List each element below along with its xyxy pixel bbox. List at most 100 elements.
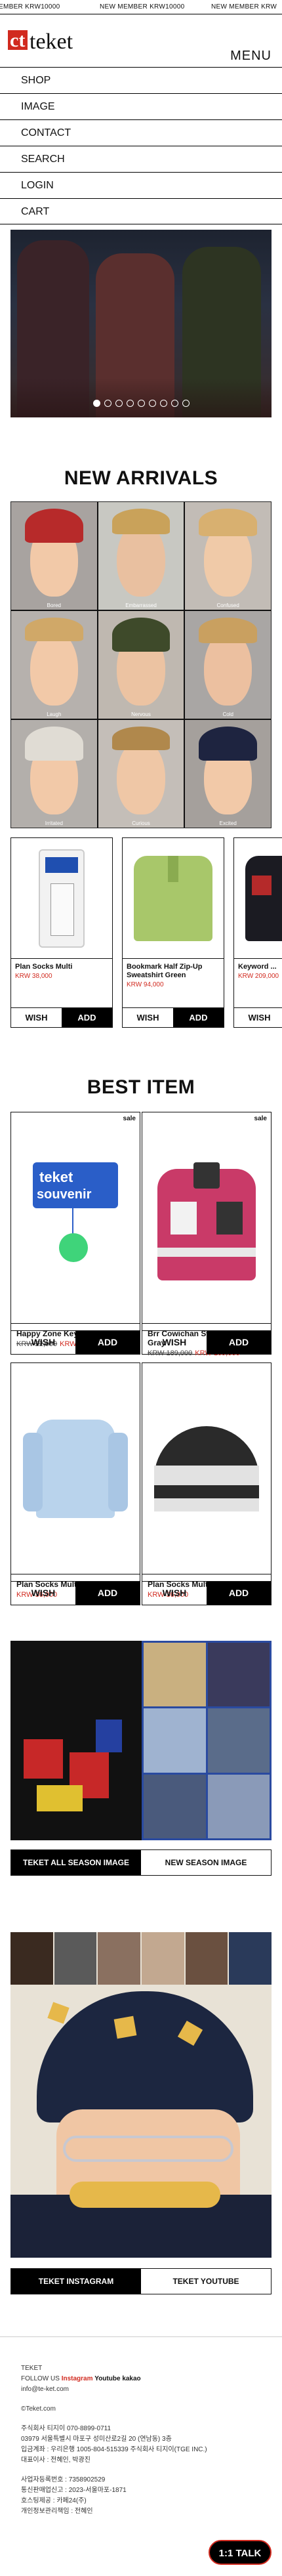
announcement-marquee: EMBER KRW10000 NEW MEMBER KRW10000 NEW M… (0, 0, 282, 14)
footer-email[interactable]: info@te-ket.com (21, 2384, 261, 2395)
add-to-cart-button[interactable]: ADD (173, 1008, 224, 1027)
kakao-link[interactable]: kakao (122, 2375, 140, 2382)
arrival-tile[interactable]: Laugh (11, 611, 97, 719)
product-price: KRW 94,000 (127, 981, 164, 988)
footer-company-line: 입금계좌 : 우리은행 1005-804-515339 주식회사 티지이(TGE… (21, 2446, 207, 2453)
slider-dot[interactable] (182, 400, 190, 407)
social-tabs: TEKET INSTAGRAM TEKET YOUTUBE (10, 2268, 272, 2294)
tab-new-season-image[interactable]: NEW SEASON IMAGE (141, 1850, 271, 1875)
menu-item-cart[interactable]: CART (0, 198, 282, 224)
menu-item-search[interactable]: SEARCH (0, 146, 282, 172)
lookbook-main-photo (10, 1641, 142, 1840)
product-actions: WISH ADD (234, 1007, 282, 1027)
hero-slider[interactable] (10, 230, 272, 417)
wish-button[interactable]: WISH (11, 1582, 75, 1605)
menu-item-contact[interactable]: CONTACT (0, 119, 282, 146)
main-menu: SHOP IMAGE CONTACT SEARCH LOGIN CART (0, 67, 282, 224)
arrival-tile[interactable]: Embarrassed (98, 502, 184, 610)
lookbook-image[interactable] (10, 1641, 272, 1840)
product-card[interactable]: Keyword ... KRW 209,000 WISH ADD (233, 837, 282, 1028)
slider-dot[interactable] (171, 400, 178, 407)
footer-business-line: 사업자등록번호 : 7358902529 (21, 2476, 106, 2483)
add-to-cart-button[interactable]: ADD (75, 1331, 140, 1354)
new-arrivals-carousel[interactable]: Plan Socks Multi KRW 38,000 WISH ADD Boo… (10, 837, 282, 1028)
instagram-thumbnail-strip (10, 1932, 272, 1985)
menu-item-login[interactable]: LOGIN (0, 172, 282, 198)
site-header: ct teket MENU (0, 14, 282, 67)
best-item-card[interactable]: sale teket souvenir Happy Zone Keyring N… (10, 1112, 140, 1355)
hero-floor (10, 378, 272, 417)
instagram-link[interactable]: Instagram (62, 2375, 93, 2382)
slider-dot[interactable] (137, 400, 145, 407)
slider-dot[interactable] (115, 400, 123, 407)
menu-toggle-button[interactable]: MENU (230, 49, 272, 64)
marquee-text: EMBER KRW10000 (0, 3, 60, 11)
beanie (37, 1991, 253, 2122)
product-actions: WISH ADD (142, 1330, 271, 1354)
tab-teket-instagram[interactable]: TEKET INSTAGRAM (11, 2269, 141, 2294)
wish-button[interactable]: WISH (234, 1008, 282, 1027)
slider-dot[interactable] (159, 400, 167, 407)
arrival-tile[interactable]: Curious (98, 720, 184, 828)
tab-teket-youtube[interactable]: TEKET YOUTUBE (141, 2269, 271, 2294)
product-name[interactable]: Keyword ... (234, 959, 282, 971)
add-to-cart-button[interactable]: ADD (207, 1582, 271, 1605)
add-to-cart-button[interactable]: ADD (62, 1008, 112, 1027)
product-actions: WISH ADD (142, 1581, 271, 1605)
arrival-tile[interactable]: Confused (185, 502, 271, 610)
tab-all-season-image[interactable]: TEKET ALL SEASON IMAGE (11, 1850, 141, 1875)
footer-brand: TEKET (21, 2365, 43, 2372)
product-actions: WISH ADD (11, 1330, 140, 1354)
svg-text:teket: teket (30, 30, 73, 54)
product-image: sale (142, 1112, 271, 1324)
product-name[interactable]: Plan Socks Multi (11, 959, 112, 971)
footer-business-line: 호스팅제공 : 카페24(주) (21, 2497, 87, 2504)
wish-button[interactable]: WISH (142, 1582, 207, 1605)
add-to-cart-button[interactable]: ADD (75, 1582, 140, 1605)
product-actions: WISH ADD (11, 1007, 112, 1027)
slider-dot[interactable] (104, 400, 111, 407)
product-card[interactable]: Plan Socks Multi KRW 38,000 WISH ADD (10, 837, 113, 1028)
teket-logo[interactable]: ct teket (8, 26, 100, 54)
slider-dot[interactable] (92, 400, 100, 407)
best-item-card[interactable]: Plan Socks Multi KRW 36,000 WISH ADD (142, 1362, 272, 1605)
product-image: sale teket souvenir (11, 1112, 140, 1324)
product-card[interactable]: Bookmark Half Zip-Up Sweatshirt Green KR… (122, 837, 224, 1028)
new-arrivals-title: NEW ARRIVALS (64, 467, 218, 489)
best-item-card[interactable]: sale Brr Cowichan Sweater Melange Gray K… (142, 1112, 272, 1357)
lookbook-tabs: TEKET ALL SEASON IMAGE NEW SEASON IMAGE (10, 1849, 272, 1876)
product-image (234, 838, 282, 959)
wish-button[interactable]: WISH (11, 1008, 62, 1027)
arrival-tile[interactable]: Cold (185, 611, 271, 719)
instagram-feed-image[interactable] (10, 1932, 272, 2258)
footer-business-line: 개인정보관리책임 : 전혜인 (21, 2508, 93, 2515)
lookbook-thumbnail-grid (142, 1641, 272, 1840)
footer-company-line: 주식회사 티지이 070-8899-0711 (21, 2425, 111, 2432)
slider-dot[interactable] (126, 400, 134, 407)
wish-button[interactable]: WISH (11, 1331, 75, 1354)
wish-button[interactable]: WISH (142, 1331, 207, 1354)
product-image (142, 1363, 271, 1574)
new-arrivals-grid: Bored Embarrassed Confused Laugh Nervous… (10, 501, 272, 828)
add-to-cart-button[interactable]: ADD (207, 1331, 271, 1354)
arrival-tile[interactable]: Nervous (98, 611, 184, 719)
footer-company-line: 대표이사 : 전혜인, 박광진 (21, 2457, 91, 2464)
menu-item-shop[interactable]: SHOP (0, 67, 282, 93)
product-image (11, 1363, 140, 1574)
product-image (11, 838, 112, 959)
product-image (123, 838, 224, 959)
wish-button[interactable]: WISH (123, 1008, 173, 1027)
arrival-tile[interactable]: Irritated (11, 720, 97, 828)
menu-item-image[interactable]: IMAGE (0, 93, 282, 119)
slider-dot[interactable] (148, 400, 156, 407)
product-price: KRW 38,000 (15, 973, 52, 980)
marquee-text: NEW MEMBER KRW10000 (100, 3, 185, 11)
best-item-card[interactable]: Plan Socks Multi KRW 36,000 WISH ADD (10, 1362, 140, 1605)
sale-badge: sale (123, 1115, 136, 1122)
youtube-link[interactable]: Youtube (94, 2375, 120, 2382)
arrival-tile[interactable]: Bored (11, 502, 97, 610)
product-name[interactable]: Bookmark Half Zip-Up Sweatshirt Green (123, 959, 224, 980)
chat-talk-button[interactable]: 1:1 TALK (209, 2540, 272, 2565)
svg-text:ct: ct (10, 30, 25, 51)
arrival-tile[interactable]: Excited (185, 720, 271, 828)
